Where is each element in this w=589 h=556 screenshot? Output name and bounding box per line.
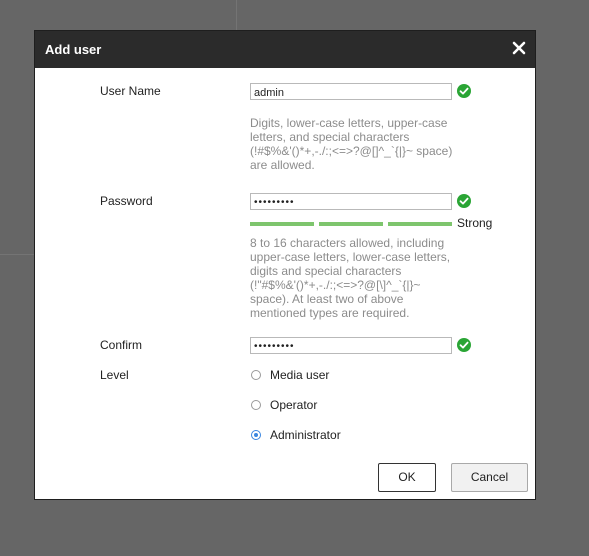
password-hint: 8 to 16 characters allowed, including up… bbox=[250, 236, 451, 320]
valid-check-icon bbox=[457, 84, 471, 98]
radio-button-selected[interactable] bbox=[251, 430, 261, 440]
password-field[interactable] bbox=[250, 193, 452, 210]
user-name-label: User Name bbox=[100, 84, 161, 98]
radio-button[interactable] bbox=[251, 370, 261, 380]
level-option-label: Operator bbox=[270, 398, 318, 412]
password-label: Password bbox=[100, 194, 153, 208]
level-option-label: Administrator bbox=[270, 428, 341, 442]
valid-check-icon bbox=[457, 338, 471, 352]
strength-bar-segment bbox=[250, 222, 314, 226]
valid-check-icon bbox=[457, 194, 471, 208]
radio-button[interactable] bbox=[251, 400, 261, 410]
confirm-label: Confirm bbox=[100, 338, 143, 352]
close-icon[interactable] bbox=[509, 38, 529, 58]
strength-bar-segment bbox=[319, 222, 383, 226]
dialog-titlebar: Add user bbox=[35, 31, 535, 68]
background-divider bbox=[0, 254, 34, 255]
user-name-hint: Digits, lower-case letters, upper-case l… bbox=[250, 116, 453, 172]
level-option-label: Media user bbox=[270, 368, 330, 382]
confirm-password-field[interactable] bbox=[250, 337, 452, 354]
background-divider bbox=[236, 0, 237, 30]
dialog-title: Add user bbox=[45, 42, 102, 57]
add-user-dialog: Add user User Name Digits, lower-case le… bbox=[34, 30, 536, 500]
user-name-field[interactable] bbox=[250, 83, 452, 100]
strength-bar-segment bbox=[388, 222, 452, 226]
level-label: Level bbox=[100, 368, 129, 382]
ok-button[interactable]: OK bbox=[378, 463, 436, 492]
cancel-button[interactable]: Cancel bbox=[451, 463, 528, 492]
password-strength-label: Strong bbox=[457, 216, 493, 230]
